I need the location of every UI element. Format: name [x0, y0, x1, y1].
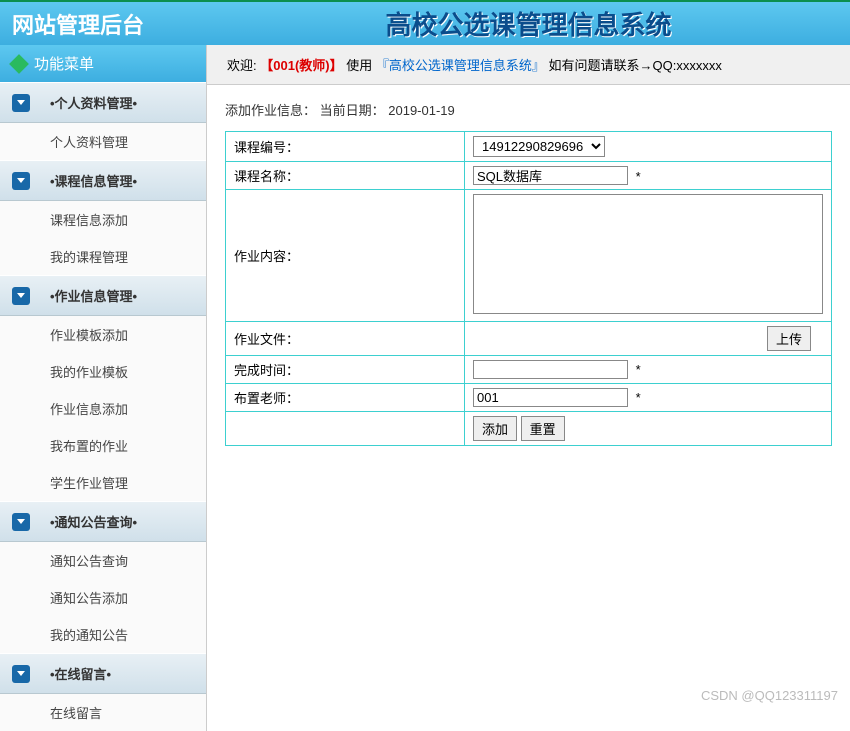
menu-title-label: 功能菜单 [34, 53, 94, 74]
sidebar: 功能菜单 •个人资料管理• 个人资料管理 •课程信息管理• 课程信息添加我的课程管理 •… [0, 45, 207, 731]
welcome-suffix: 如有问题请联系→QQ:xxxxxxx [549, 58, 722, 73]
cube-icon [9, 54, 29, 74]
required-star: * [636, 390, 641, 405]
menu-title: 功能菜单 [0, 45, 206, 82]
menu-item[interactable]: 我的课程管理 [0, 238, 206, 275]
menu-section[interactable]: •在线留言• [0, 653, 206, 694]
menu-section-label: •通知公告查询• [50, 512, 137, 531]
required-star: * [636, 169, 641, 184]
menu-section[interactable]: •课程信息管理• [0, 160, 206, 201]
menu-item[interactable]: 在线留言 [0, 694, 206, 731]
chevron-down-icon [12, 665, 30, 683]
menu-item[interactable]: 个人资料管理 [0, 123, 206, 160]
watermark: CSDN @QQ123311197 [701, 688, 838, 703]
course-name-label: 课程名称： [226, 162, 465, 190]
welcome-user: 【001(教师)】 [260, 58, 342, 73]
menu-section-label: •作业信息管理• [50, 286, 137, 305]
required-star: * [636, 362, 641, 377]
main-content: 欢迎: 【001(教师)】 使用 『高校公选课管理信息系统』 如有问题请联系→Q… [207, 45, 850, 731]
course-name-input[interactable] [473, 166, 628, 185]
menu-section-label: •课程信息管理• [50, 171, 137, 190]
teacher-input[interactable] [473, 388, 628, 407]
menu-item[interactable]: 作业信息添加 [0, 390, 206, 427]
time-input[interactable] [473, 360, 628, 379]
menu-item[interactable]: 我的通知公告 [0, 616, 206, 653]
welcome-prefix: 欢迎: [227, 58, 257, 73]
info-date: 2019-01-19 [388, 103, 455, 118]
upload-button[interactable]: 上传 [767, 326, 811, 351]
menu-item[interactable]: 学生作业管理 [0, 464, 206, 501]
menu-item[interactable]: 我的作业模板 [0, 353, 206, 390]
chevron-down-icon [12, 513, 30, 531]
app-header: 网站管理后台 高校公选课管理信息系统 [0, 0, 850, 45]
course-no-label: 课程编号： [226, 132, 465, 162]
teacher-label: 布置老师： [226, 384, 465, 412]
content-label: 作业内容： [226, 190, 465, 322]
welcome-mid: 使用 [346, 58, 372, 73]
menu-section[interactable]: •个人资料管理• [0, 82, 206, 123]
add-button[interactable]: 添加 [473, 416, 517, 441]
menu-section-label: •个人资料管理• [50, 93, 137, 112]
content-textarea[interactable] [473, 194, 823, 314]
menu-section-label: •在线留言• [50, 664, 111, 683]
time-label: 完成时间： [226, 356, 465, 384]
welcome-system: 『高校公选课管理信息系统』 [376, 58, 545, 73]
menu-item[interactable]: 通知公告添加 [0, 579, 206, 616]
menu-item[interactable]: 我布置的作业 [0, 427, 206, 464]
info-label: 添加作业信息： 当前日期： [225, 103, 385, 118]
menu-item[interactable]: 通知公告查询 [0, 542, 206, 579]
info-line: 添加作业信息： 当前日期： 2019-01-19 [225, 100, 832, 119]
welcome-bar: 欢迎: 【001(教师)】 使用 『高校公选课管理信息系统』 如有问题请联系→Q… [207, 45, 850, 85]
chevron-down-icon [12, 287, 30, 305]
menu-item[interactable]: 作业模板添加 [0, 316, 206, 353]
file-label: 作业文件： [226, 322, 465, 356]
menu-item[interactable]: 课程信息添加 [0, 201, 206, 238]
menu-section[interactable]: •作业信息管理• [0, 275, 206, 316]
chevron-down-icon [12, 94, 30, 112]
reset-button[interactable]: 重置 [521, 416, 565, 441]
menu-section[interactable]: •通知公告查询• [0, 501, 206, 542]
course-no-select[interactable]: 14912290829696 [473, 136, 605, 157]
header-right-title: 高校公选课管理信息系统 [207, 2, 850, 45]
header-left-title: 网站管理后台 [0, 2, 207, 45]
form-table: 课程编号： 14912290829696 课程名称： * 作业内容： [225, 131, 832, 446]
chevron-down-icon [12, 172, 30, 190]
